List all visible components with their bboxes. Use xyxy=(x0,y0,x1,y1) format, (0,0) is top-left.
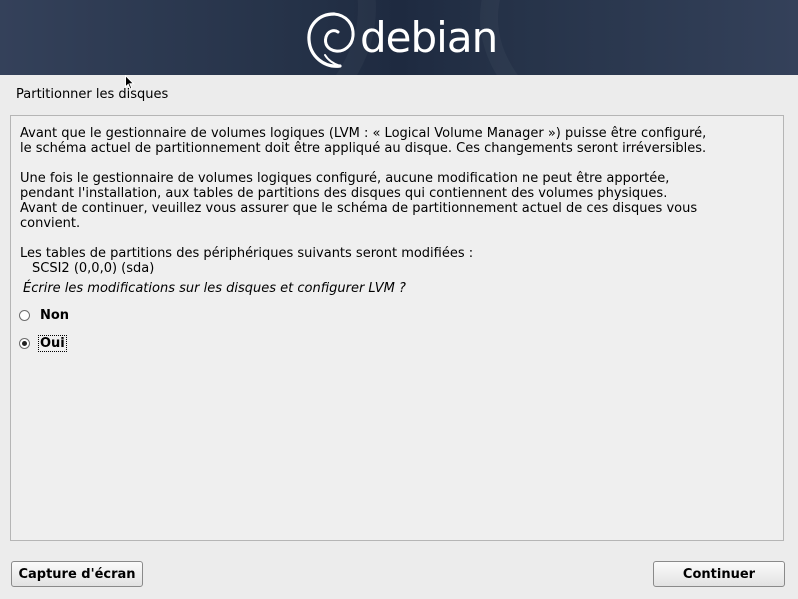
screenshot-button[interactable]: Capture d'écran xyxy=(11,561,143,587)
info-paragraph-2: Une fois le gestionnaire de volumes logi… xyxy=(20,171,698,231)
content-panel: Avant que le gestionnaire de volumes log… xyxy=(10,115,784,541)
info-paragraph-1: Avant que le gestionnaire de volumes log… xyxy=(20,126,707,156)
radio-option-non[interactable]: Non xyxy=(19,308,70,323)
info-paragraph-3: Les tables de partitions des périphériqu… xyxy=(20,246,474,261)
debian-logo: debian xyxy=(304,6,498,72)
banner-decoration xyxy=(480,0,798,75)
question-text: Écrire les modifications sur les disques… xyxy=(23,281,406,296)
radio-option-label: Oui xyxy=(38,335,67,352)
radio-option-oui[interactable]: Oui xyxy=(19,335,67,352)
page-title: Partitionner les disques xyxy=(16,87,169,102)
radio-option-label: Non xyxy=(40,308,70,323)
continue-button[interactable]: Continuer xyxy=(653,561,785,587)
debian-swirl-icon xyxy=(304,6,358,72)
radio-button-selected-icon[interactable] xyxy=(19,338,30,349)
debian-logo-text: debian xyxy=(360,12,498,62)
debian-banner: debian xyxy=(0,0,798,75)
device-name: SCSI2 (0,0,0) (sda) xyxy=(32,261,155,276)
radio-button-icon[interactable] xyxy=(19,310,30,321)
